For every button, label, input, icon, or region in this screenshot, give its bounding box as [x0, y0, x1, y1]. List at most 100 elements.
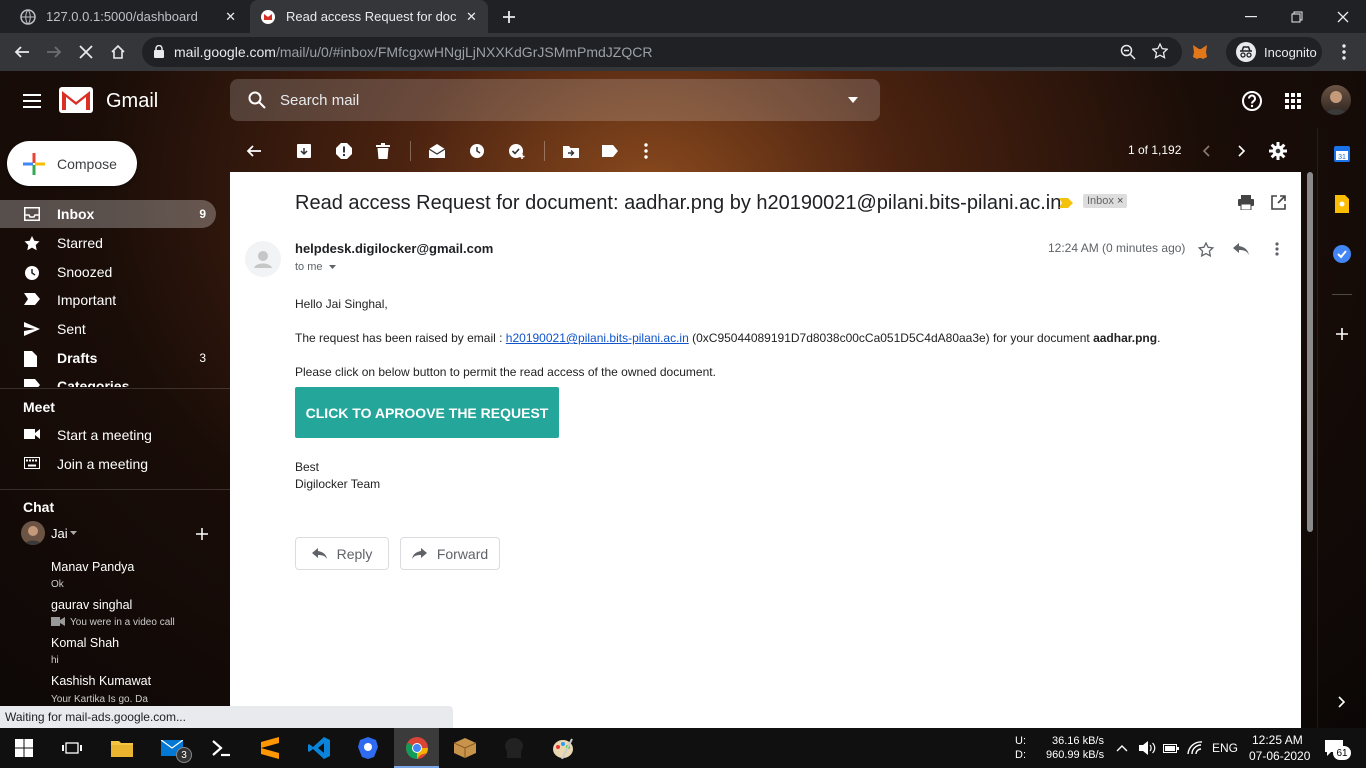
wifi-icon[interactable] [1186, 740, 1204, 756]
chrome-menu-icon[interactable] [1334, 42, 1354, 62]
message-more-icon[interactable] [1267, 239, 1287, 259]
chat-contact-name[interactable]: Kashish Kumawat [51, 674, 151, 688]
apps-grid-icon[interactable] [1281, 89, 1305, 113]
details-dropdown-icon[interactable] [326, 261, 336, 273]
chat-contact-name[interactable]: Komal Shah [51, 636, 119, 650]
newer-icon[interactable] [1194, 139, 1218, 163]
new-tab-icon[interactable] [498, 6, 520, 28]
help-icon[interactable] [1240, 89, 1264, 113]
back-arrow-icon[interactable] [8, 38, 36, 66]
tasks-icon[interactable] [1332, 244, 1352, 264]
more-actions-icon[interactable] [634, 139, 658, 163]
print-icon[interactable] [1236, 192, 1256, 212]
search-icon[interactable] [248, 91, 266, 109]
metamask-extension-icon[interactable] [1190, 42, 1210, 62]
vscode-icon[interactable] [307, 736, 331, 760]
scrollbar-thumb[interactable] [1307, 172, 1313, 532]
lock-icon [154, 45, 164, 58]
chrome-taskbar-active[interactable] [394, 728, 439, 768]
move-to-icon[interactable] [559, 139, 583, 163]
labels-icon[interactable] [598, 139, 622, 163]
tab-gmail[interactable]: Read access Request for docume ✕ [250, 0, 488, 33]
clock-time[interactable]: 12:25 AM [1252, 733, 1303, 747]
back-to-inbox-icon[interactable] [242, 139, 266, 163]
sidebar-item-sent[interactable]: Sent [0, 315, 216, 343]
windows-start-icon[interactable] [12, 736, 36, 760]
remove-label-icon[interactable]: × [1117, 195, 1123, 207]
close-window-icon[interactable] [1320, 0, 1366, 33]
sidebar-item-starred[interactable]: Starred [0, 229, 216, 257]
restore-icon[interactable] [1274, 0, 1320, 33]
report-spam-icon[interactable] [332, 139, 356, 163]
forward-arrow-icon[interactable] [40, 38, 68, 66]
tab-dashboard[interactable]: 127.0.0.1:5000/dashboard ✕ [10, 0, 246, 33]
brave-browser-icon[interactable] [356, 736, 380, 760]
status-dropdown-icon[interactable] [70, 531, 77, 535]
mark-unread-icon[interactable] [425, 139, 449, 163]
inbox-label-chip[interactable]: Inbox × [1083, 194, 1128, 208]
forward-button[interactable]: Forward [400, 537, 500, 570]
sidebar-item-important[interactable]: Important [0, 286, 216, 314]
alien-app-icon[interactable] [502, 736, 526, 760]
calendar-icon[interactable]: 31 [1332, 144, 1352, 164]
join-meeting-button[interactable]: Join a meeting [0, 450, 216, 478]
main-menu-icon[interactable] [20, 89, 44, 113]
volume-icon[interactable] [1138, 740, 1156, 756]
start-meeting-button[interactable]: Start a meeting [0, 421, 216, 449]
close-tab-icon[interactable]: ✕ [466, 9, 477, 25]
settings-gear-icon[interactable] [1266, 139, 1290, 163]
snooze-icon[interactable] [465, 139, 489, 163]
recipient-summary[interactable]: to me [295, 261, 336, 273]
add-chat-icon[interactable] [194, 526, 210, 542]
add-to-tasks-icon[interactable] [505, 139, 529, 163]
star-message-icon[interactable] [1196, 239, 1216, 259]
important-marker-icon[interactable] [1059, 198, 1073, 208]
terminal-icon[interactable] [209, 736, 233, 760]
expand-panel-icon[interactable] [1332, 692, 1352, 712]
message-scrollbar[interactable] [1305, 172, 1315, 729]
profile-button[interactable]: Incognito [1226, 37, 1322, 67]
older-icon[interactable] [1230, 139, 1254, 163]
battery-icon[interactable] [1162, 740, 1180, 756]
archive-icon[interactable] [292, 139, 316, 163]
delete-icon[interactable] [371, 139, 395, 163]
gmail-logo-icon[interactable] [59, 87, 93, 113]
zoom-icon[interactable] [1120, 44, 1136, 60]
chat-contact-name[interactable]: Manav Pandya [51, 560, 134, 574]
clock-date[interactable]: 07-06-2020 [1249, 749, 1310, 763]
search-input[interactable]: Search mail [230, 79, 880, 121]
sidebar-item-snoozed[interactable]: Snoozed [0, 258, 216, 286]
package-box-icon[interactable] [453, 736, 477, 760]
chat-contact-list: Manav Pandya Ok gaurav singhal You were … [0, 559, 216, 704]
compose-button[interactable]: Compose [7, 141, 137, 186]
bookmark-star-icon[interactable] [1152, 43, 1168, 59]
task-view-icon[interactable] [60, 736, 84, 760]
address-bar[interactable]: mail.google.com/mail/u/0/#inbox/FMfcgxwH… [142, 37, 1182, 67]
sidebar-item-categories[interactable]: Categories [0, 372, 216, 387]
sublime-text-icon[interactable] [258, 736, 282, 760]
get-addons-plus-icon[interactable] [1332, 324, 1352, 344]
sidebar-item-inbox[interactable]: Inbox 9 [0, 200, 216, 228]
reply-button[interactable]: Reply [295, 537, 389, 570]
stop-loading-icon[interactable] [72, 38, 100, 66]
approve-request-button[interactable]: CLICK TO APROOVE THE REQUEST [295, 387, 559, 438]
sender-avatar [245, 241, 281, 277]
chat-self-avatar[interactable] [21, 521, 45, 545]
keep-icon[interactable] [1332, 194, 1352, 214]
home-icon[interactable] [104, 38, 132, 66]
chat-contact-name[interactable]: gaurav singhal [51, 598, 132, 612]
minimize-icon[interactable] [1228, 0, 1274, 33]
requester-email-link[interactable]: h20190021@pilani.bits-pilani.ac.in [506, 331, 689, 345]
search-options-icon[interactable] [848, 97, 858, 103]
reply-arrow-icon[interactable] [1231, 239, 1251, 259]
sidebar-item-drafts[interactable]: Drafts 3 [0, 344, 216, 372]
account-avatar[interactable] [1321, 85, 1351, 115]
input-language[interactable]: ENG [1212, 741, 1238, 755]
tray-expand-icon[interactable] [1114, 740, 1130, 756]
close-tab-icon[interactable]: ✕ [225, 9, 236, 25]
open-new-window-icon[interactable] [1268, 192, 1288, 212]
sender-email[interactable]: helpdesk.digilocker@gmail.com [295, 241, 493, 256]
chat-self-name[interactable]: Jai [51, 526, 68, 541]
file-explorer-icon[interactable] [110, 736, 134, 760]
paint-app-icon[interactable] [551, 736, 575, 760]
